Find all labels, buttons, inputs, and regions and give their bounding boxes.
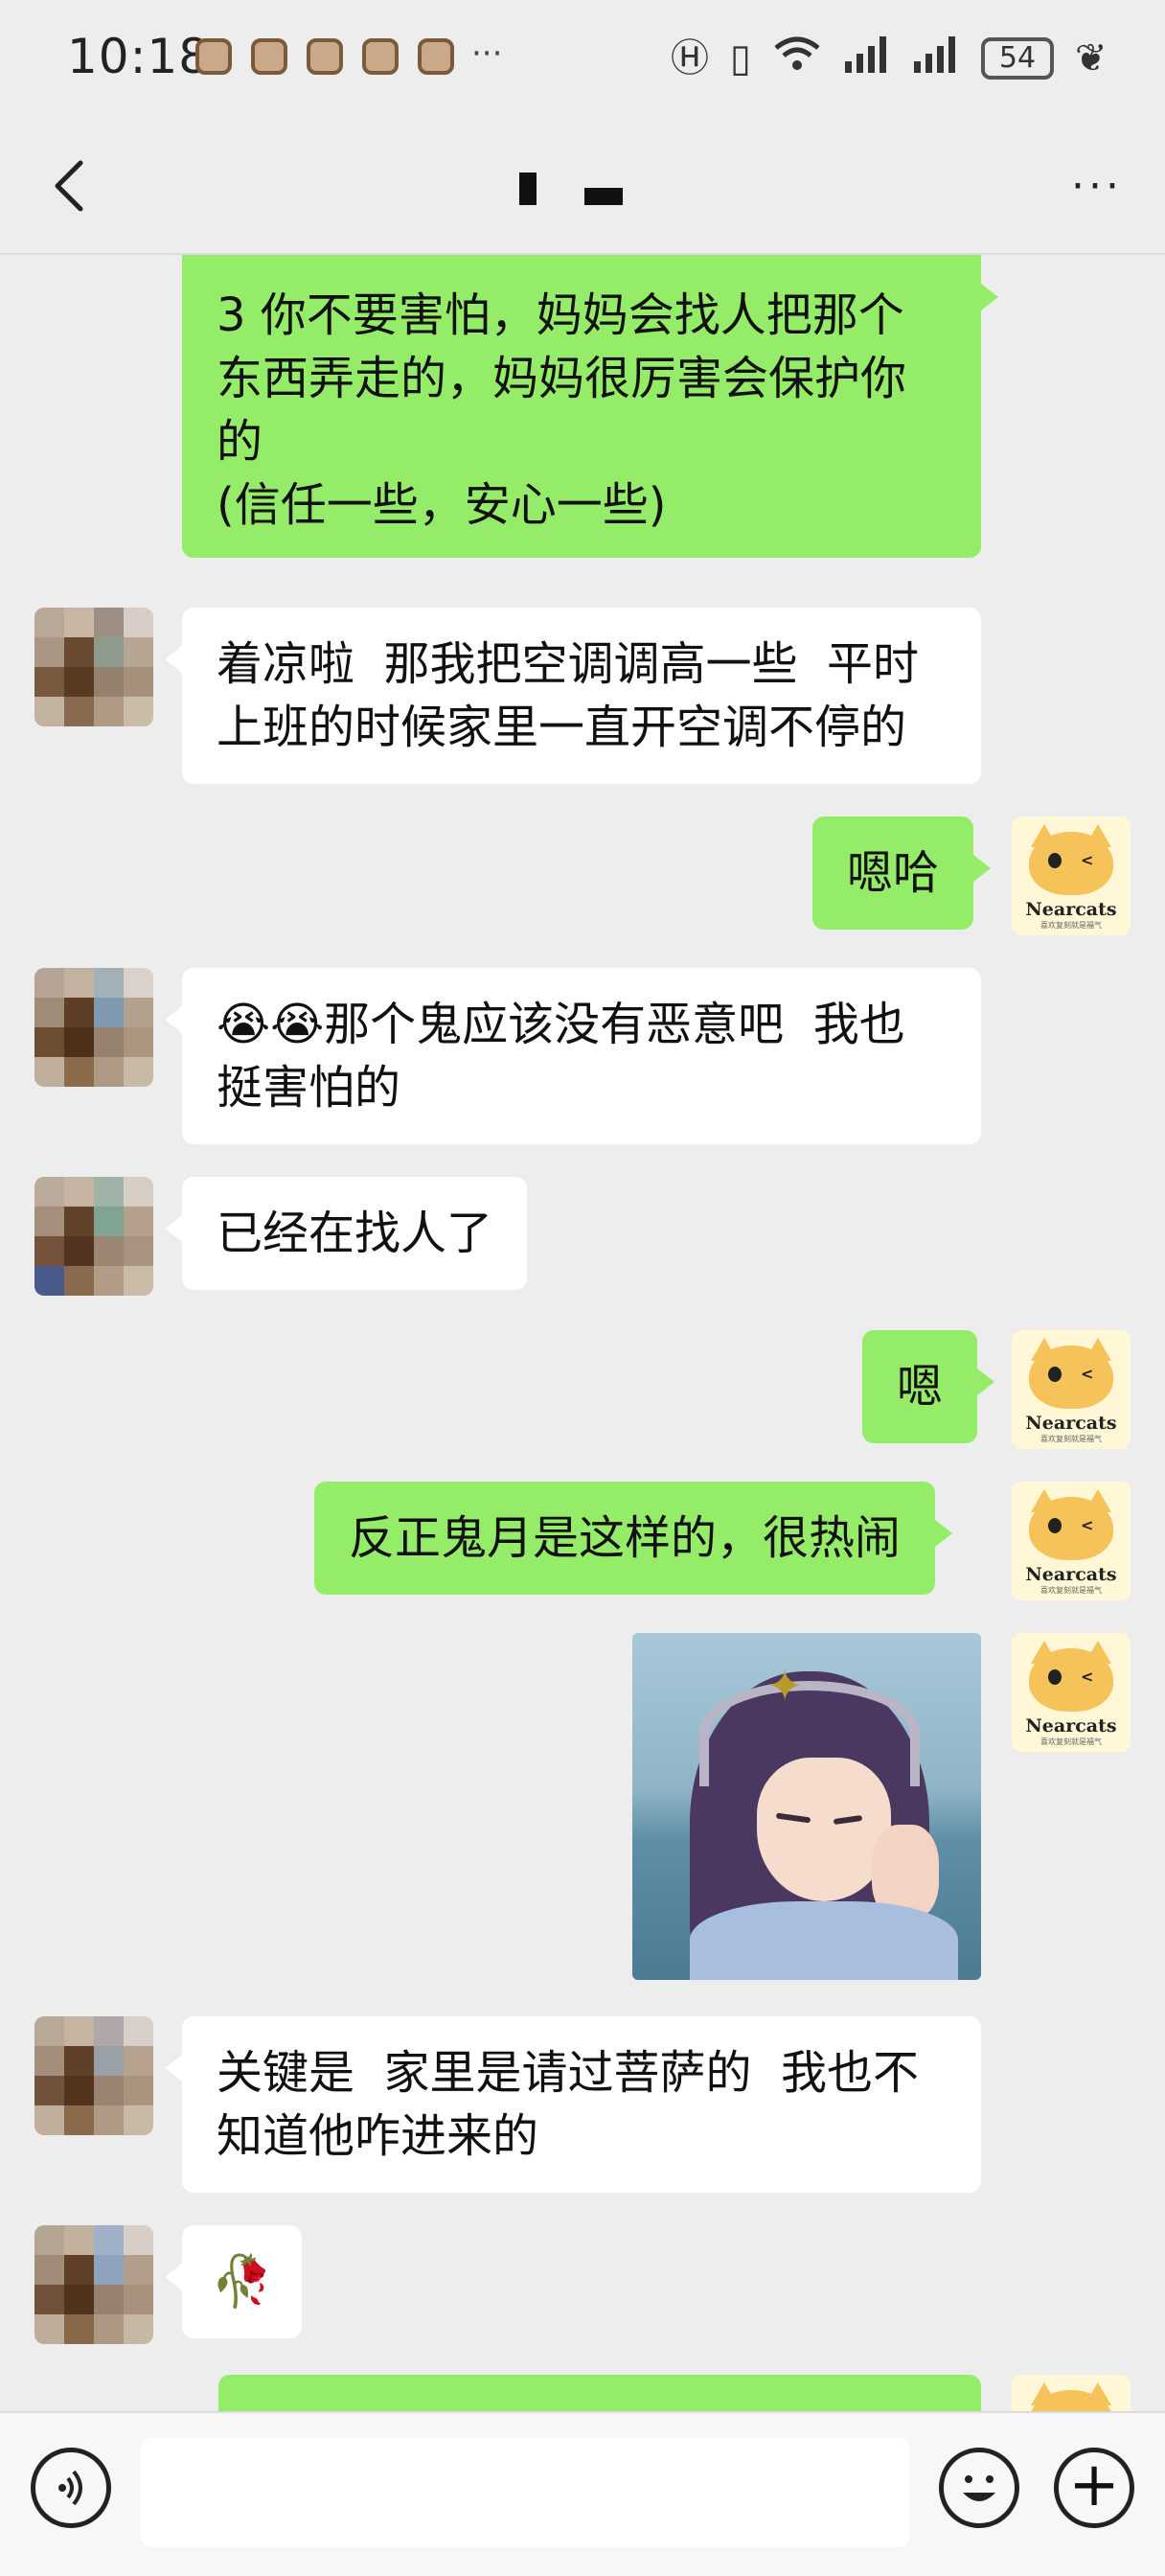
self-avatar[interactable]: < Nearcats 喜欢复刻就是福气: [1012, 816, 1131, 935]
emoji-icon[interactable]: [939, 2448, 1019, 2528]
message-bubble-incoming[interactable]: 已经在找人了: [164, 1177, 528, 1290]
signal-icon: [912, 34, 960, 81]
chat-header: ···: [0, 115, 1165, 255]
app-notification-icon: [251, 38, 287, 75]
self-avatar[interactable]: < Nearcats 喜欢复刻就是福气: [1012, 1482, 1131, 1600]
cat-sub: 喜欢复刻就是福气: [1040, 1435, 1102, 1443]
status-right-icons: Ⓗ ▯ 54 ❦: [671, 34, 1108, 81]
message-bubble-outgoing[interactable]: 嗯哈: [812, 816, 992, 930]
input-bar: +: [0, 2411, 1165, 2576]
app-notification-icon: [418, 38, 454, 75]
contact-avatar[interactable]: [34, 2016, 153, 2135]
hd-icon: Ⓗ: [671, 35, 709, 80]
contact-avatar[interactable]: [34, 968, 153, 1087]
message-list[interactable]: 3 你不要害怕，妈妈会找人把那个 东西弄走的，妈妈很厉害会保护你 的 (信任一些…: [0, 255, 1165, 2411]
self-avatar[interactable]: < Nearcats 喜欢复刻就是福气: [1012, 1633, 1131, 1752]
message-bubble-outgoing[interactable]: 反正鬼月是这样的，很热闹: [314, 1482, 953, 1595]
cat-brand: Nearcats: [1025, 1715, 1117, 1736]
contact-avatar[interactable]: [34, 1177, 153, 1296]
leaf-icon: ❦: [1075, 35, 1108, 80]
cat-brand: Nearcats: [1025, 1564, 1117, 1585]
status-more-icon: ···: [471, 34, 503, 73]
plus-icon[interactable]: +: [1054, 2448, 1134, 2528]
message-bubble-outgoing[interactable]: 嗯: [862, 1330, 995, 1443]
chat-title-redacted: [508, 171, 623, 209]
status-bar: 10:18 ··· Ⓗ ▯ 54 ❦: [0, 0, 1165, 115]
ellipsis-icon[interactable]: ···: [1071, 166, 1123, 208]
message-input[interactable]: [140, 2438, 910, 2547]
self-avatar[interactable]: < Nearcats 喜欢复刻就是福气: [1012, 1330, 1131, 1449]
message-bubble-outgoing[interactable]: 3 你不要害怕，妈妈会找人把那个 东西弄走的，妈妈很厉害会保护你 的 (信任一些…: [182, 255, 998, 558]
vibrate-icon: ▯: [730, 35, 752, 80]
image-message-anime-sticker[interactable]: ✦: [632, 1633, 981, 1980]
contact-avatar[interactable]: [34, 608, 153, 726]
message-bubble-incoming[interactable]: 着凉啦 那我把空调调高一些 平时 上班的时候家里一直开空调不停的: [165, 608, 981, 784]
app-notification-icon: [195, 38, 232, 75]
cat-brand: Nearcats: [1025, 1413, 1117, 1434]
cat-sub: 喜欢复刻就是福气: [1040, 921, 1102, 930]
wifi-icon: [772, 34, 822, 81]
contact-avatar[interactable]: [34, 2225, 153, 2344]
message-bubble-incoming[interactable]: 关键是 家里是请过菩萨的 我也不 知道他咋进来的: [165, 2016, 981, 2193]
self-avatar[interactable]: [1012, 2375, 1131, 2411]
app-notification-icon: [307, 38, 343, 75]
battery-icon: 54: [981, 36, 1055, 80]
voice-icon[interactable]: [31, 2448, 111, 2528]
message-bubble-incoming[interactable]: 😭😭那个鬼应该没有恶意吧 我也 挺害怕的: [165, 968, 981, 1144]
cat-sub: 喜欢复刻就是福气: [1040, 1586, 1102, 1595]
status-time: 10:18: [67, 29, 211, 84]
status-app-icons: [195, 38, 454, 75]
message-bubble-incoming-emoji[interactable]: 🥀: [165, 2225, 302, 2338]
chevron-left-icon[interactable]: [46, 157, 100, 215]
app-notification-icon: [362, 38, 399, 75]
signal-icon: [843, 34, 891, 81]
cat-brand: Nearcats: [1025, 899, 1117, 920]
message-bubble-outgoing-partial[interactable]: [218, 2375, 981, 2411]
cat-sub: 喜欢复刻就是福气: [1040, 1737, 1102, 1746]
